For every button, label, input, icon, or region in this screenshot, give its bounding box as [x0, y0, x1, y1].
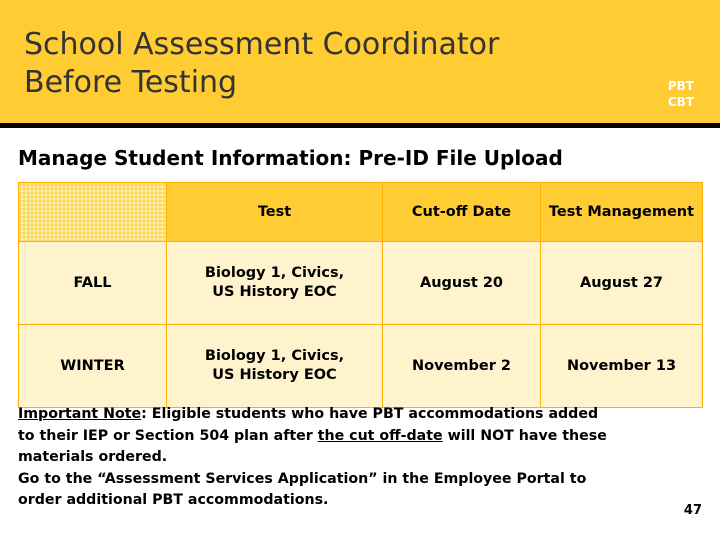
note-line-1: Important Note: Eligible students who ha…	[18, 404, 706, 426]
row-label-fall: FALL	[18, 241, 167, 325]
table-header-test-management: Test Management	[540, 182, 703, 242]
test-mode-cbt: CBT	[667, 95, 694, 109]
row-fall-test: Biology 1, Civics, US History EOC	[166, 241, 383, 325]
preid-schedule-table: Test Cut-off Date Test Management FALL B…	[18, 182, 703, 408]
test-mode-pbt: PBT	[667, 79, 694, 93]
table-header-corner	[18, 182, 167, 242]
note-important-label: Important Note	[18, 406, 142, 422]
row-fall-cutoff: August 20	[382, 241, 541, 325]
note-line-3: materials ordered.	[18, 449, 168, 465]
section-title: Manage Student Information: Pre-ID File …	[18, 146, 563, 170]
row-fall-management: August 27	[540, 241, 703, 325]
note-line-5: order additional PBT accommodations.	[18, 492, 329, 508]
note-line-2-a: to their IEP or Section 504 plan after	[18, 427, 318, 444]
important-note: Important Note: Eligible students who ha…	[18, 404, 706, 512]
note-line-4: Go to the “Assessment Services Applicati…	[18, 470, 587, 487]
page-title: School Assessment Coordinator Before Tes…	[24, 27, 500, 100]
table-row: WINTER Biology 1, Civics, US History EOC…	[18, 324, 703, 408]
row-label-winter: WINTER	[18, 324, 167, 408]
test-mode-indicator: PBT CBT	[668, 78, 694, 110]
table-row: FALL Biology 1, Civics, US History EOC A…	[18, 241, 703, 325]
table-header-test: Test	[166, 182, 383, 242]
row-winter-management: November 13	[540, 324, 703, 408]
note-line-1-rest: : Eligible students who have PBT accommo…	[141, 406, 599, 422]
note-line-2-b: will NOT have these	[442, 427, 607, 444]
row-winter-test: Biology 1, Civics, US History EOC	[166, 324, 383, 408]
note-cutoff-underline: the cut off-date	[317, 427, 443, 444]
table-header-row: Test Cut-off Date Test Management	[18, 182, 703, 242]
slide: School Assessment Coordinator Before Tes…	[0, 0, 720, 540]
header-band: School Assessment Coordinator Before Tes…	[0, 0, 720, 128]
table-header-cutoff-date: Cut-off Date	[382, 182, 541, 242]
row-winter-cutoff: November 2	[382, 324, 541, 408]
note-line-2: to their IEP or Section 504 plan after t…	[18, 426, 706, 448]
page-number: 47	[683, 503, 702, 518]
